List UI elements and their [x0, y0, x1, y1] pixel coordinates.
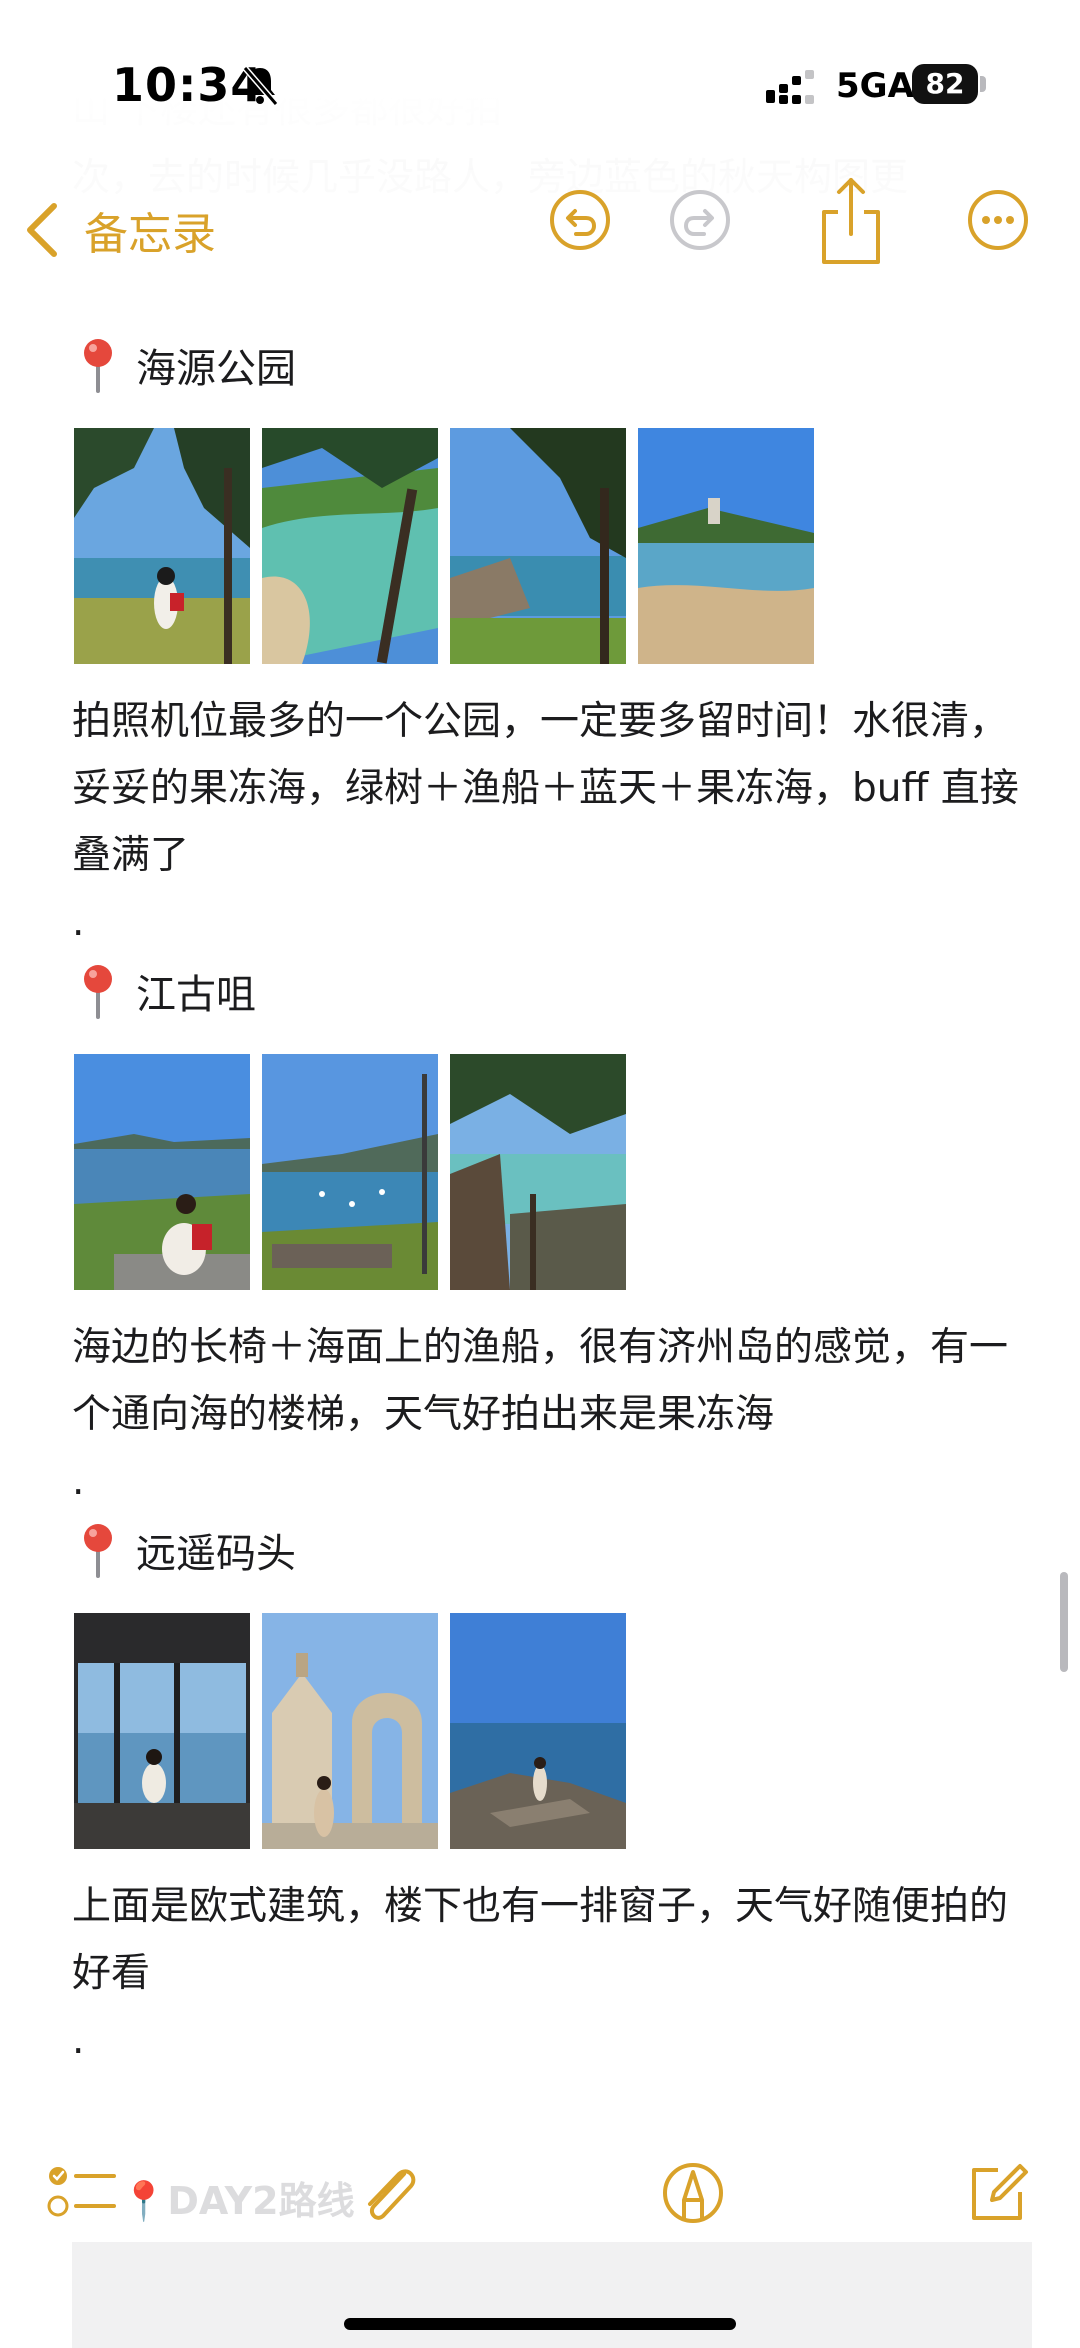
- home-indicator[interactable]: [344, 2318, 736, 2330]
- round-pushpin-icon: [84, 965, 112, 1019]
- separator-dot: .: [72, 1459, 85, 1504]
- section-title: 海源公园: [136, 346, 296, 392]
- markup-pen-icon[interactable]: [660, 2160, 726, 2226]
- nav-bar: 备忘录: [0, 170, 1080, 290]
- scroll-indicator[interactable]: [1060, 1572, 1068, 1672]
- round-pushpin-icon: [84, 339, 112, 393]
- signal-icon: [766, 70, 814, 104]
- photo-thumbnail[interactable]: [262, 1054, 438, 1290]
- photo-row: [74, 1613, 1032, 1849]
- section-heading: 远遥码头: [72, 1515, 1032, 1585]
- separator-dot: .: [72, 900, 85, 945]
- back-button[interactable]: 备忘录: [20, 180, 216, 280]
- status-bar: 10:34 5GA 82: [0, 0, 1080, 170]
- notes-screen: 山 下楼还有很多都很好拍 次，去的时候几乎没路人，旁边蓝色的秋天构图更 10:3…: [0, 0, 1080, 2348]
- photo-thumbnail[interactable]: [450, 1054, 626, 1290]
- section-title: 远遥码头: [136, 1531, 296, 1577]
- faded-next-content: [72, 2242, 1032, 2348]
- section-heading: 海源公园: [72, 330, 1032, 400]
- separator-dot: .: [72, 2018, 85, 2063]
- network-type: 5GA: [836, 66, 914, 106]
- photo-row: [74, 1054, 1032, 1290]
- section-description: 海边的长椅＋海面上的渔船，很有济州岛的感觉，有一个通向海的楼梯，天气好拍出来是果…: [72, 1325, 1009, 1437]
- note-body[interactable]: 海源公园 拍照机位最多的一个公园，一定要多留时间！水很清，妥妥的果冻海，绿树＋渔…: [72, 330, 1032, 2074]
- battery-level: 82: [912, 64, 978, 104]
- redo-icon[interactable]: [664, 184, 736, 256]
- section-description: 拍照机位最多的一个公园，一定要多留时间！水很清，妥妥的果冻海，绿树＋渔船＋蓝天＋…: [72, 699, 1019, 878]
- battery-indicator: 82: [912, 64, 986, 104]
- chevron-left-icon: [27, 203, 57, 257]
- photo-thumbnail[interactable]: [74, 1054, 250, 1290]
- back-label: 备忘录: [84, 209, 216, 260]
- photo-thumbnail[interactable]: [262, 428, 438, 664]
- section-heading: 江古咀: [72, 956, 1032, 1026]
- section-description: 上面是欧式建筑，楼下也有一排窗子，天气好随便拍的好看: [72, 1884, 1009, 1996]
- undo-icon[interactable]: [544, 184, 616, 256]
- checklist-icon[interactable]: [46, 2160, 118, 2224]
- photo-thumbnail[interactable]: [74, 1613, 250, 1849]
- paperclip-icon[interactable]: [356, 2160, 422, 2230]
- photo-thumbnail[interactable]: [262, 1613, 438, 1849]
- photo-thumbnail[interactable]: [450, 1613, 626, 1849]
- photo-thumbnail[interactable]: [74, 428, 250, 664]
- round-pushpin-icon: [84, 1524, 112, 1578]
- compose-icon[interactable]: [964, 2160, 1030, 2226]
- share-icon[interactable]: [816, 170, 886, 270]
- photo-thumbnail[interactable]: [450, 428, 626, 664]
- photo-thumbnail[interactable]: [638, 428, 814, 664]
- bell-slash-icon: [242, 66, 279, 106]
- photo-row: [74, 428, 1032, 664]
- faded-next-heading: 📍DAY2路线: [120, 2179, 355, 2223]
- more-options-icon[interactable]: [962, 184, 1034, 256]
- section-title: 江古咀: [136, 972, 256, 1018]
- bottom-toolbar: 📍DAY2路线: [0, 2130, 1080, 2348]
